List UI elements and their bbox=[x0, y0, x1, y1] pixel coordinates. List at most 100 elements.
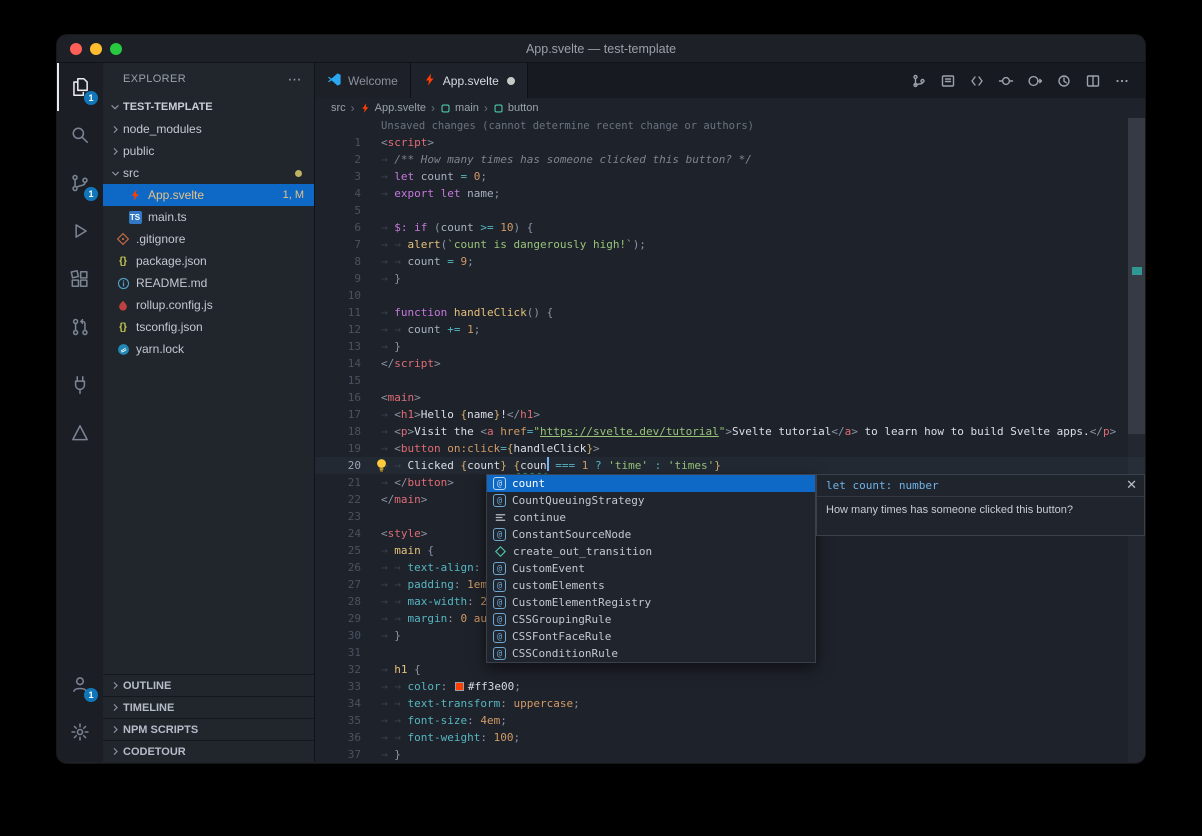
token: uppercase bbox=[513, 697, 573, 710]
suggest-docs-description: How many times has someone clicked this … bbox=[817, 497, 1144, 523]
open-changes-icon[interactable] bbox=[966, 70, 988, 92]
code-line-18[interactable]: 18→ <p>Visit the <a href="https://svelte… bbox=[315, 423, 1145, 440]
code-line-14[interactable]: 14</script> bbox=[315, 355, 1145, 372]
suggestion-create_out_transition[interactable]: create_out_transition bbox=[487, 543, 815, 560]
css-color-swatch bbox=[455, 682, 464, 691]
file-history-icon[interactable] bbox=[1024, 70, 1046, 92]
token: name bbox=[467, 408, 494, 421]
code-line-34[interactable]: 34→ → text-transform: uppercase; bbox=[315, 695, 1145, 712]
suggestion-ConstantSourceNode[interactable]: @ConstantSourceNode bbox=[487, 526, 815, 543]
code-line-6[interactable]: 6→ $: if (count >= 10) { bbox=[315, 219, 1145, 236]
suggestion-CustomElementRegistry[interactable]: @CustomElementRegistry bbox=[487, 594, 815, 611]
sidebar-panel-codetour[interactable]: CODETOUR bbox=[103, 740, 314, 762]
open-preview-icon[interactable] bbox=[937, 70, 959, 92]
activity-source-control[interactable]: 1 bbox=[57, 159, 103, 207]
scrollbar-slider[interactable] bbox=[1128, 118, 1145, 434]
tree-folder-public[interactable]: public bbox=[103, 140, 314, 162]
tree-folder-node_modules[interactable]: node_modules bbox=[103, 118, 314, 140]
token: > bbox=[421, 527, 428, 540]
code-line-8[interactable]: 8→ → count = 9; bbox=[315, 253, 1145, 270]
code-line-1[interactable]: 1<script> bbox=[315, 134, 1145, 151]
toggle-blame-icon[interactable] bbox=[995, 70, 1017, 92]
tree-file-App.svelte[interactable]: App.svelte1, M bbox=[103, 184, 314, 206]
activity-search[interactable] bbox=[57, 111, 103, 159]
whitespace-tab-icon: → bbox=[381, 238, 394, 251]
suggestion-CSSConditionRule[interactable]: @CSSConditionRule bbox=[487, 645, 815, 662]
whitespace-tab-icon: → bbox=[381, 408, 394, 421]
code-line-2[interactable]: 2→ /** How many times has someone clicke… bbox=[315, 151, 1145, 168]
code-line-32[interactable]: 32→ h1 { bbox=[315, 661, 1145, 678]
code-line-4[interactable]: 4→ export let name; bbox=[315, 185, 1145, 202]
tree-file-rollup.config.js[interactable]: rollup.config.js bbox=[103, 294, 314, 316]
activity-azure[interactable] bbox=[57, 409, 103, 457]
activity-extensions[interactable] bbox=[57, 255, 103, 303]
line-number: 12 bbox=[315, 321, 361, 338]
code-line-36[interactable]: 36→ → font-weight: 100; bbox=[315, 729, 1145, 746]
code-line-20[interactable]: 20→ → Clicked {count} {coun === 1 ? 'tim… bbox=[315, 457, 1145, 474]
code-line-10[interactable]: 10 bbox=[315, 287, 1145, 304]
code-line-19[interactable]: 19→ <button on:click={handleClick}> bbox=[315, 440, 1145, 457]
code-line-7[interactable]: 7→ → alert(`count is dangerously high!`)… bbox=[315, 236, 1145, 253]
code-line-15[interactable]: 15 bbox=[315, 372, 1145, 389]
token: > bbox=[427, 136, 434, 149]
split-editor-icon[interactable] bbox=[1082, 70, 1104, 92]
tree-file-yarn.lock[interactable]: yarn.lock bbox=[103, 338, 314, 360]
code-line-12[interactable]: 12→ → count += 1; bbox=[315, 321, 1145, 338]
more-actions-icon[interactable] bbox=[1111, 70, 1133, 92]
tab-welcome[interactable]: Welcome bbox=[315, 63, 411, 98]
tree-file-README.md[interactable]: README.md bbox=[103, 272, 314, 294]
tree-file-main.ts[interactable]: TSmain.ts bbox=[103, 206, 314, 228]
suggestion-CountQueuingStrategy[interactable]: @CountQueuingStrategy bbox=[487, 492, 815, 509]
suggestion-customElements[interactable]: @customElements bbox=[487, 577, 815, 594]
activity-run-debug[interactable] bbox=[57, 207, 103, 255]
suggestion-CSSGroupingRule[interactable]: @CSSGroupingRule bbox=[487, 611, 815, 628]
code-line-35[interactable]: 35→ → font-size: 4em; bbox=[315, 712, 1145, 729]
code-line-13[interactable]: 13→ } bbox=[315, 338, 1145, 355]
editor-scrollbar[interactable] bbox=[1128, 118, 1145, 762]
suggestion-CSSFontFaceRule[interactable]: @CSSFontFaceRule bbox=[487, 628, 815, 645]
explorer-more-actions-icon[interactable]: ⋯ bbox=[288, 63, 302, 96]
breadcrumb-src[interactable]: src bbox=[331, 102, 346, 114]
whitespace-tab-icon: → bbox=[394, 561, 407, 574]
code-text: → → font-size: 4em; bbox=[361, 712, 507, 729]
tree-file-package.json[interactable]: {}package.json bbox=[103, 250, 314, 272]
activity-github-pr[interactable] bbox=[57, 303, 103, 351]
close-icon[interactable]: ✕ bbox=[1126, 477, 1137, 493]
tab-app-svelte[interactable]: App.svelte bbox=[411, 63, 528, 98]
suggestion-count[interactable]: @count bbox=[487, 475, 815, 492]
suggestion-CustomEvent[interactable]: @CustomEvent bbox=[487, 560, 815, 577]
code-line-33[interactable]: 33→ → color: #ff3e00; bbox=[315, 678, 1145, 695]
lightbulb-code-action-icon[interactable] bbox=[375, 458, 388, 478]
tree-file-tsconfig.json[interactable]: {}tsconfig.json bbox=[103, 316, 314, 338]
activity-account[interactable]: 1 bbox=[57, 660, 103, 708]
code-line-37[interactable]: 37→ } bbox=[315, 746, 1145, 762]
sidebar-panel-npm-scripts[interactable]: NPM SCRIPTS bbox=[103, 718, 314, 740]
breadcrumb-main[interactable]: main bbox=[440, 102, 479, 114]
codelens-annotation[interactable]: Unsaved changes (cannot determine recent… bbox=[381, 118, 1145, 134]
code-line-5[interactable]: 5 bbox=[315, 202, 1145, 219]
token: < bbox=[381, 527, 388, 540]
tree-file-.gitignore[interactable]: .gitignore bbox=[103, 228, 314, 250]
breadcrumb-app-svelte[interactable]: App.svelte bbox=[360, 102, 426, 114]
code-line-17[interactable]: 17→ <h1>Hello {name}!</h1> bbox=[315, 406, 1145, 423]
breadcrumb-button[interactable]: button bbox=[493, 102, 539, 114]
code-line-9[interactable]: 9→ } bbox=[315, 270, 1145, 287]
timeline-icon[interactable] bbox=[1053, 70, 1075, 92]
suggest-docs-panel: let count: number How many times has som… bbox=[816, 474, 1145, 536]
code-line-3[interactable]: 3→ let count = 0; bbox=[315, 168, 1145, 185]
code-text: → $: if (count >= 10) { bbox=[361, 219, 533, 236]
token bbox=[434, 187, 441, 200]
activity-explorer[interactable]: 1 bbox=[57, 63, 103, 111]
git-graph-icon[interactable] bbox=[908, 70, 930, 92]
code-line-16[interactable]: 16<main> bbox=[315, 389, 1145, 406]
activity-settings[interactable] bbox=[57, 708, 103, 756]
workspace-root-section[interactable]: TEST-TEMPLATE bbox=[103, 96, 314, 118]
token: += bbox=[447, 323, 460, 336]
activity-remote[interactable] bbox=[57, 361, 103, 409]
tree-folder-src[interactable]: src bbox=[103, 162, 314, 184]
sidebar-panel-timeline[interactable]: TIMELINE bbox=[103, 696, 314, 718]
suggestion-continue[interactable]: continue bbox=[487, 509, 815, 526]
sidebar-panel-outline[interactable]: OUTLINE bbox=[103, 674, 314, 696]
code-line-11[interactable]: 11→ function handleClick() { bbox=[315, 304, 1145, 321]
code-text: → function handleClick() { bbox=[361, 304, 553, 321]
